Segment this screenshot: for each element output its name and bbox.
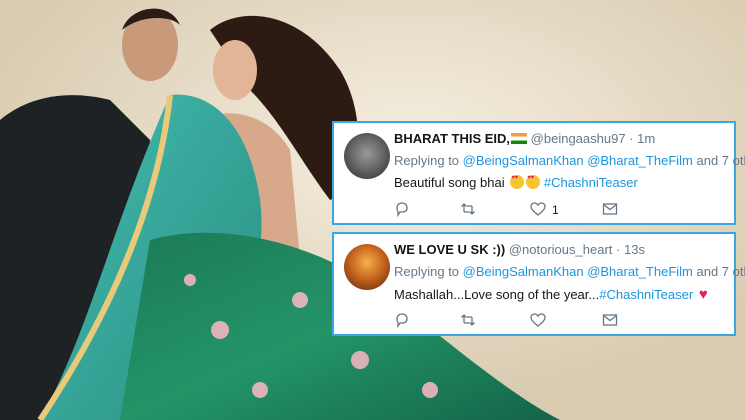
replying-to-label: Replying to xyxy=(394,153,460,168)
like-icon[interactable] xyxy=(530,201,546,217)
message-icon[interactable] xyxy=(602,201,618,217)
replying-to-line: Replying to @BeingSalmanKhan @Bharat_The… xyxy=(394,264,745,279)
tweet-actions: 1 xyxy=(394,201,624,219)
like-count: 1 xyxy=(552,203,559,217)
user-handle[interactable]: @beingaashu97 xyxy=(531,131,626,146)
tweet-text-content: Beautiful song bhai xyxy=(394,175,505,190)
user-handle[interactable]: @notorious_heart xyxy=(509,242,613,257)
heart-eyes-emoji-icon xyxy=(526,175,541,189)
and-others-link[interactable]: and 7 others xyxy=(697,153,745,168)
tweet-card[interactable]: WE LOVE U SK :)) @notorious_heart · 13s … xyxy=(332,232,745,336)
mention-link[interactable]: @Bharat_TheFilm xyxy=(587,264,693,279)
tweet-text: Beautiful song bhai #ChashniTeaser xyxy=(394,175,638,190)
mention-link[interactable]: @BeingSalmanKhan xyxy=(463,264,584,279)
separator-dot: · xyxy=(629,131,634,146)
replying-to-label: Replying to xyxy=(394,264,460,279)
tweet-header: WE LOVE U SK :)) @notorious_heart · 13s xyxy=(394,242,645,257)
user-avatar[interactable] xyxy=(344,244,390,290)
replying-to-line: Replying to @BeingSalmanKhan @Bharat_The… xyxy=(394,153,745,168)
and-others-link[interactable]: and 7 others xyxy=(697,264,745,279)
display-name[interactable]: BHARAT THIS EID, xyxy=(394,131,510,146)
mention-link[interactable]: @BeingSalmanKhan xyxy=(463,153,584,168)
tweet-text: Mashallah...Love song of the year...#Cha… xyxy=(394,286,708,303)
retweet-icon[interactable] xyxy=(460,201,476,217)
like-icon[interactable] xyxy=(530,312,546,328)
tweet-card[interactable]: BHARAT THIS EID, @beingaashu97 · 1m Repl… xyxy=(332,121,745,225)
hashtag-link[interactable]: #ChashniTeaser xyxy=(544,175,638,190)
reply-icon[interactable] xyxy=(394,312,410,328)
separator-dot: · xyxy=(616,242,621,257)
heart-eyes-emoji-icon xyxy=(510,175,525,189)
red-heart-emoji-icon: ♥ xyxy=(698,286,708,303)
message-icon[interactable] xyxy=(602,312,618,328)
tweet-actions xyxy=(394,312,624,330)
retweet-icon[interactable] xyxy=(460,312,476,328)
tweet-header: BHARAT THIS EID, @beingaashu97 · 1m xyxy=(394,131,655,146)
mention-link[interactable]: @Bharat_TheFilm xyxy=(587,153,693,168)
tweet-text-content: Mashallah...Love song of the year... xyxy=(394,287,600,302)
display-name[interactable]: WE LOVE U SK :)) xyxy=(394,242,505,257)
user-avatar[interactable] xyxy=(344,133,390,179)
reply-icon[interactable] xyxy=(394,201,410,217)
india-flag-icon xyxy=(511,133,528,144)
hashtag-link[interactable]: #ChashniTeaser xyxy=(599,287,693,302)
timestamp[interactable]: 13s xyxy=(624,242,645,257)
timestamp[interactable]: 1m xyxy=(637,131,655,146)
